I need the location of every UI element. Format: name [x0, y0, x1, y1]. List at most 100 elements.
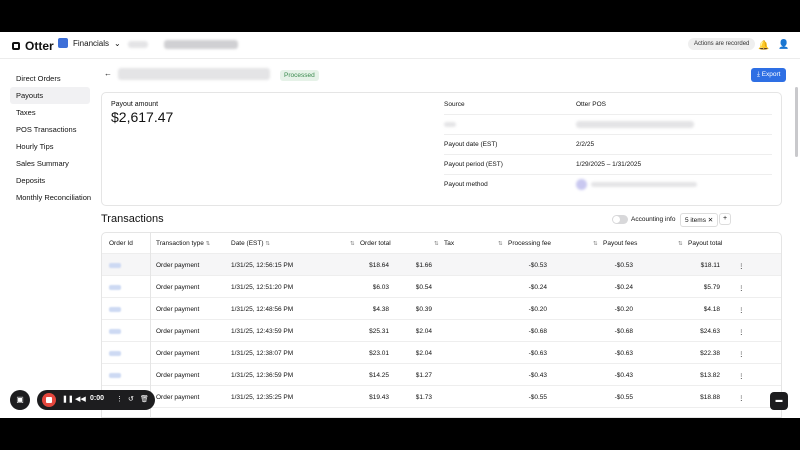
camera-icon[interactable]: ▣ — [10, 390, 30, 410]
table-row[interactable]: Order payment 1/31/25, 12:38:07 PM $23.01 $… — [102, 342, 781, 364]
accounting-info-label: Accounting info — [631, 216, 676, 223]
table-header: Order Id Transaction type ⇅ Date (EST) ⇅… — [102, 233, 781, 254]
sidebar-item-payouts[interactable]: Payouts — [10, 87, 90, 104]
cell-tax: $1.73 — [415, 394, 432, 401]
cell-payout-total: $5.79 — [703, 284, 720, 291]
col-payout-fees[interactable]: Payout fees — [603, 240, 637, 247]
export-label: Export — [761, 71, 781, 78]
detail-value: Otter POS — [576, 101, 606, 108]
col-label: Date (EST) — [231, 240, 264, 247]
cell-payout-fees: -$0.63 — [614, 350, 633, 357]
sort-icon[interactable]: ⇅ — [498, 240, 503, 247]
transactions-title: Transactions — [101, 213, 164, 225]
sort-icon[interactable]: ⇅ — [678, 240, 683, 247]
accounting-info-toggle[interactable] — [612, 215, 628, 224]
back-arrow-icon[interactable]: ← — [104, 69, 112, 78]
order-id-link[interactable] — [109, 285, 121, 290]
row-menu-icon[interactable]: ⋮ — [738, 394, 745, 402]
row-menu-icon[interactable]: ⋮ — [738, 306, 745, 314]
row-menu-icon[interactable]: ⋮ — [738, 262, 745, 270]
sidebar-item-pos-transactions[interactable]: POS Transactions — [10, 121, 90, 138]
otter-logo-icon — [12, 42, 20, 50]
cell-payout-total: $22.38 — [700, 350, 720, 357]
chat-icon[interactable]: ▬ — [770, 392, 788, 410]
sort-icon[interactable]: ⇅ — [593, 240, 598, 247]
detail-row-redacted — [444, 115, 772, 135]
detail-value: 2/2/25 — [576, 141, 595, 148]
redacted-payout-title — [118, 68, 270, 80]
order-id-link[interactable] — [109, 329, 121, 334]
col-transaction-type[interactable]: Transaction type ⇅ — [156, 240, 210, 247]
sidebar-item-hourly-tips[interactable]: Hourly Tips — [10, 138, 90, 155]
sort-icon[interactable]: ⇅ — [350, 240, 355, 247]
cell-payout-total: $18.88 — [700, 394, 720, 401]
export-button[interactable]: ⤓ Export — [751, 68, 787, 82]
undo-icon[interactable]: ↺ — [128, 395, 134, 403]
detail-row-payout-date: Payout date (EST) 2/2/25 — [444, 135, 772, 155]
col-processing-fee[interactable]: Processing fee — [508, 240, 551, 247]
col-order-id[interactable]: Order Id — [109, 240, 133, 247]
cell-payout-fees: -$0.68 — [614, 328, 633, 335]
cell-processing-fee: -$0.68 — [528, 328, 547, 335]
top-bar: Otter Financials ⌄ Actions are recorded … — [0, 32, 800, 59]
table-row[interactable]: Order payment 1/31/25, 12:35:25 PM $19.43 $… — [102, 386, 781, 408]
sidebar-item-sales-summary[interactable]: Sales Summary — [10, 155, 90, 172]
cell-type: Order payment — [156, 350, 200, 357]
payout-summary-card: Payout amount $2,617.47 Source Otter POS… — [101, 92, 782, 206]
row-menu-icon[interactable]: ⋮ — [738, 284, 745, 292]
row-menu-icon[interactable]: ⋮ — [738, 350, 745, 358]
transactions-table: Order Id Transaction type ⇅ Date (EST) ⇅… — [101, 232, 782, 418]
col-order-total[interactable]: Order total — [360, 240, 391, 247]
sidebar-item-taxes[interactable]: Taxes — [10, 104, 90, 121]
business-selector-label: Financials — [73, 38, 110, 48]
close-icon[interactable]: ✕ — [708, 217, 713, 224]
redacted-breadcrumb-2 — [164, 40, 238, 49]
stop-icon[interactable] — [42, 393, 56, 407]
page-scrollbar[interactable] — [795, 87, 798, 157]
bank-icon — [576, 179, 587, 190]
col-date[interactable]: Date (EST) ⇅ — [231, 240, 270, 247]
row-menu-icon[interactable]: ⋮ — [738, 328, 745, 336]
sort-icon[interactable]: ⇅ — [434, 240, 439, 247]
sidebar-item-deposits[interactable]: Deposits — [10, 172, 90, 189]
column-divider — [150, 233, 151, 417]
sidebar-item-direct-orders[interactable]: Direct Orders — [10, 70, 90, 87]
order-id-link[interactable] — [109, 351, 121, 356]
order-id-link[interactable] — [109, 307, 121, 312]
pause-icon[interactable]: ❚❚ — [62, 395, 74, 403]
cell-processing-fee: -$0.55 — [528, 394, 547, 401]
plus-icon[interactable]: + — [719, 213, 731, 225]
business-selector[interactable]: Financials ⌄ — [58, 38, 121, 48]
table-row[interactable]: Order payment 1/31/25, 12:51:20 PM $6.03 $0… — [102, 276, 781, 298]
cell-date: 1/31/25, 12:43:59 PM — [231, 328, 294, 335]
detail-key: Payout period (EST) — [444, 161, 503, 168]
redacted-value — [591, 182, 697, 187]
chevron-down-icon: ⌄ — [114, 38, 121, 48]
cell-processing-fee: -$0.24 — [528, 284, 547, 291]
sidebar-item-monthly-reconciliation[interactable]: Monthly Reconciliation — [10, 189, 91, 206]
cell-payout-fees: -$0.20 — [614, 306, 633, 313]
table-row[interactable]: Order payment 1/31/25, 12:36:59 PM $14.25 $… — [102, 364, 781, 386]
col-payout-total[interactable]: Payout total — [688, 240, 722, 247]
detail-row-payout-method: Payout method — [444, 175, 772, 195]
cell-order-total: $4.38 — [372, 306, 389, 313]
table-row[interactable]: Order payment 1/31/25, 12:56:15 PM $18.64 $… — [102, 254, 781, 276]
user-icon[interactable]: 👤 — [778, 39, 789, 50]
order-id-link[interactable] — [109, 263, 121, 268]
row-menu-icon[interactable]: ⋮ — [738, 372, 745, 380]
bell-icon[interactable]: 🔔 — [758, 40, 769, 51]
table-row[interactable]: Order payment 1/31/25, 12:48:56 PM $4.38 $0… — [102, 298, 781, 320]
trash-icon[interactable]: 🗑 — [140, 395, 149, 403]
col-tax[interactable]: Tax — [444, 240, 454, 247]
cell-type: Order payment — [156, 394, 200, 401]
order-id-link[interactable] — [109, 373, 121, 378]
items-filter-chip[interactable]: 5 items ✕ — [680, 213, 719, 227]
cell-tax: $2.04 — [415, 350, 432, 357]
cell-date: 1/31/25, 12:48:56 PM — [231, 306, 294, 313]
cell-payout-total: $4.18 — [703, 306, 720, 313]
table-row[interactable]: Order payment 1/31/25, 12:43:59 PM $25.31 $… — [102, 320, 781, 342]
cell-tax: $0.54 — [415, 284, 432, 291]
rewind-icon[interactable]: ◀◀ — [75, 395, 86, 403]
otter-logo[interactable]: Otter — [12, 39, 54, 53]
app-window: Otter Financials ⌄ Actions are recorded … — [0, 32, 800, 418]
